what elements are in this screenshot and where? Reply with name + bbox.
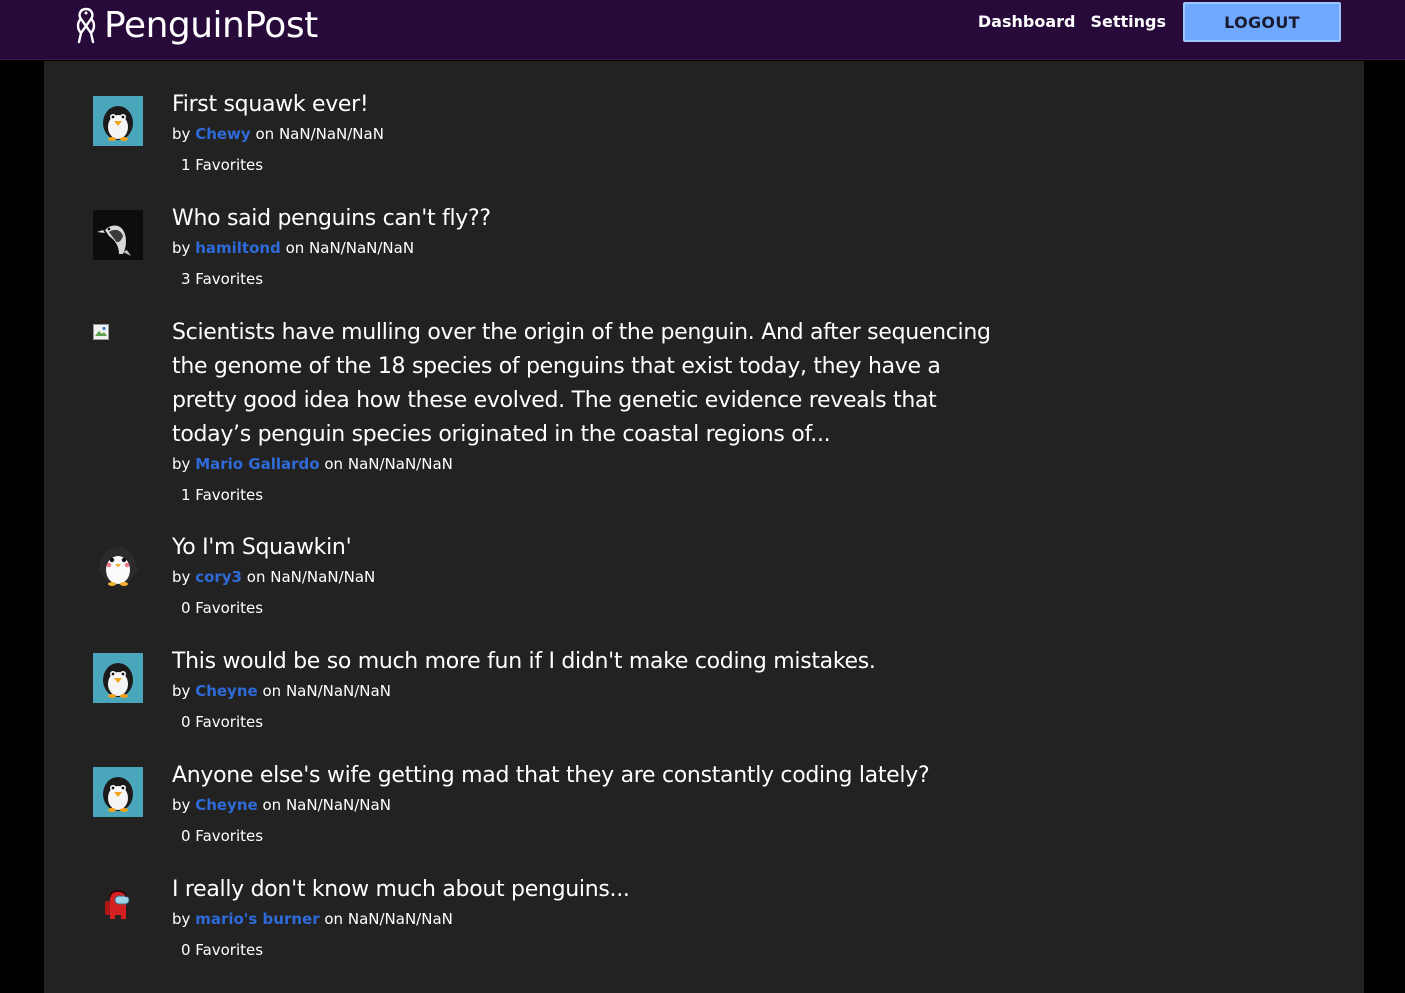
post-date: NaN/NaN/NaN — [347, 455, 453, 473]
bird-photo-icon[interactable] — [93, 210, 143, 260]
post-title[interactable]: Yo I'm Squawkin' — [172, 531, 993, 565]
on-label: on — [255, 125, 275, 143]
post-item: Scientists have mulling over the origin … — [93, 316, 993, 531]
post-item: This would be so much more fun if I didn… — [93, 645, 993, 759]
penguin-avatar-icon[interactable] — [93, 653, 143, 703]
post-meta: by Cheyne on NaN/NaN/NaN — [172, 793, 993, 817]
favorites-count[interactable]: 0 Favorites — [181, 824, 993, 848]
post-date: NaN/NaN/NaN — [347, 910, 453, 928]
app-logo-text: PenguinPost — [104, 5, 318, 46]
post-title[interactable]: I really don't know much about penguins.… — [172, 873, 993, 907]
by-label: by — [172, 796, 191, 814]
by-label: by — [172, 568, 191, 586]
nav-links: Dashboard Settings LOGOUT — [978, 2, 1341, 42]
crewmate-icon[interactable] — [93, 881, 143, 931]
author-link[interactable]: cory3 — [195, 568, 242, 586]
on-label: on — [246, 568, 266, 586]
author-link[interactable]: Chewy — [195, 125, 251, 143]
post-meta: by Cheyne on NaN/NaN/NaN — [172, 679, 993, 703]
favorites-count[interactable]: 1 Favorites — [181, 153, 993, 177]
post-title[interactable]: First squawk ever! — [172, 88, 993, 122]
on-label: on — [262, 796, 282, 814]
post-item: Who said penguins can't fly?? by hamilto… — [93, 202, 993, 316]
nav-dashboard-link[interactable]: Dashboard — [978, 2, 1076, 42]
favorites-count[interactable]: 0 Favorites — [181, 710, 993, 734]
on-label: on — [324, 910, 344, 928]
post-item: Yo I'm Squawkin' by cory3 on NaN/NaN/NaN… — [93, 531, 993, 645]
post-body: Who said penguins can't fly?? by hamilto… — [172, 202, 993, 291]
post-meta: by hamiltond on NaN/NaN/NaN — [172, 236, 993, 260]
post-item: First squawk ever! by Chewy on NaN/NaN/N… — [93, 88, 993, 202]
post-meta: by Chewy on NaN/NaN/NaN — [172, 122, 993, 146]
post-title[interactable]: Who said penguins can't fly?? — [172, 202, 993, 236]
broken-image-icon[interactable] — [93, 324, 143, 374]
post-body: Yo I'm Squawkin' by cory3 on NaN/NaN/NaN… — [172, 531, 993, 620]
on-label: on — [324, 455, 344, 473]
author-link[interactable]: Cheyne — [195, 796, 258, 814]
post-title[interactable]: Scientists have mulling over the origin … — [172, 316, 993, 452]
post-date: NaN/NaN/NaN — [285, 796, 391, 814]
by-label: by — [172, 239, 191, 257]
post-body: I really don't know much about penguins.… — [172, 873, 993, 962]
penguin-avatar-icon[interactable] — [93, 96, 143, 146]
logout-button[interactable]: LOGOUT — [1183, 2, 1341, 42]
by-label: by — [172, 910, 191, 928]
author-link[interactable]: hamiltond — [195, 239, 281, 257]
favorites-count[interactable]: 1 Favorites — [181, 483, 993, 507]
post-meta: by cory3 on NaN/NaN/NaN — [172, 565, 993, 589]
favorites-count[interactable]: 0 Favorites — [181, 596, 993, 620]
post-date: NaN/NaN/NaN — [309, 239, 415, 257]
by-label: by — [172, 125, 191, 143]
post-body: First squawk ever! by Chewy on NaN/NaN/N… — [172, 88, 993, 177]
post-date: NaN/NaN/NaN — [278, 125, 384, 143]
post-item: I really don't know much about penguins.… — [93, 873, 993, 987]
on-label: on — [262, 682, 282, 700]
by-label: by — [172, 455, 191, 473]
post-meta: by mario's burner on NaN/NaN/NaN — [172, 907, 993, 931]
post-item: Anyone else's wife getting mad that they… — [93, 759, 993, 873]
post-body: Anyone else's wife getting mad that they… — [172, 759, 993, 848]
post-meta: by Mario Gallardo on NaN/NaN/NaN — [172, 452, 993, 476]
top-navbar: PenguinPost Dashboard Settings LOGOUT — [0, 0, 1405, 60]
on-label: on — [285, 239, 305, 257]
favorites-count[interactable]: 3 Favorites — [181, 267, 993, 291]
post-title[interactable]: This would be so much more fun if I didn… — [172, 645, 993, 679]
post-feed: First squawk ever! by Chewy on NaN/NaN/N… — [93, 88, 993, 987]
penguin-avatar-icon[interactable] — [93, 767, 143, 817]
penguin-cartoon-icon[interactable] — [93, 539, 143, 589]
nav-settings-link[interactable]: Settings — [1090, 2, 1166, 42]
penguin-logo-icon — [76, 7, 96, 44]
post-title[interactable]: Anyone else's wife getting mad that they… — [172, 759, 993, 793]
author-link[interactable]: Cheyne — [195, 682, 258, 700]
post-body: This would be so much more fun if I didn… — [172, 645, 993, 734]
author-link[interactable]: Mario Gallardo — [195, 455, 319, 473]
post-date: NaN/NaN/NaN — [270, 568, 376, 586]
app-logo[interactable]: PenguinPost — [72, 4, 318, 48]
post-date: NaN/NaN/NaN — [285, 682, 391, 700]
favorites-count[interactable]: 0 Favorites — [181, 938, 993, 962]
author-link[interactable]: mario's burner — [195, 910, 319, 928]
post-body: Scientists have mulling over the origin … — [172, 316, 993, 507]
by-label: by — [172, 682, 191, 700]
main-content: First squawk ever! by Chewy on NaN/NaN/N… — [44, 61, 1364, 993]
